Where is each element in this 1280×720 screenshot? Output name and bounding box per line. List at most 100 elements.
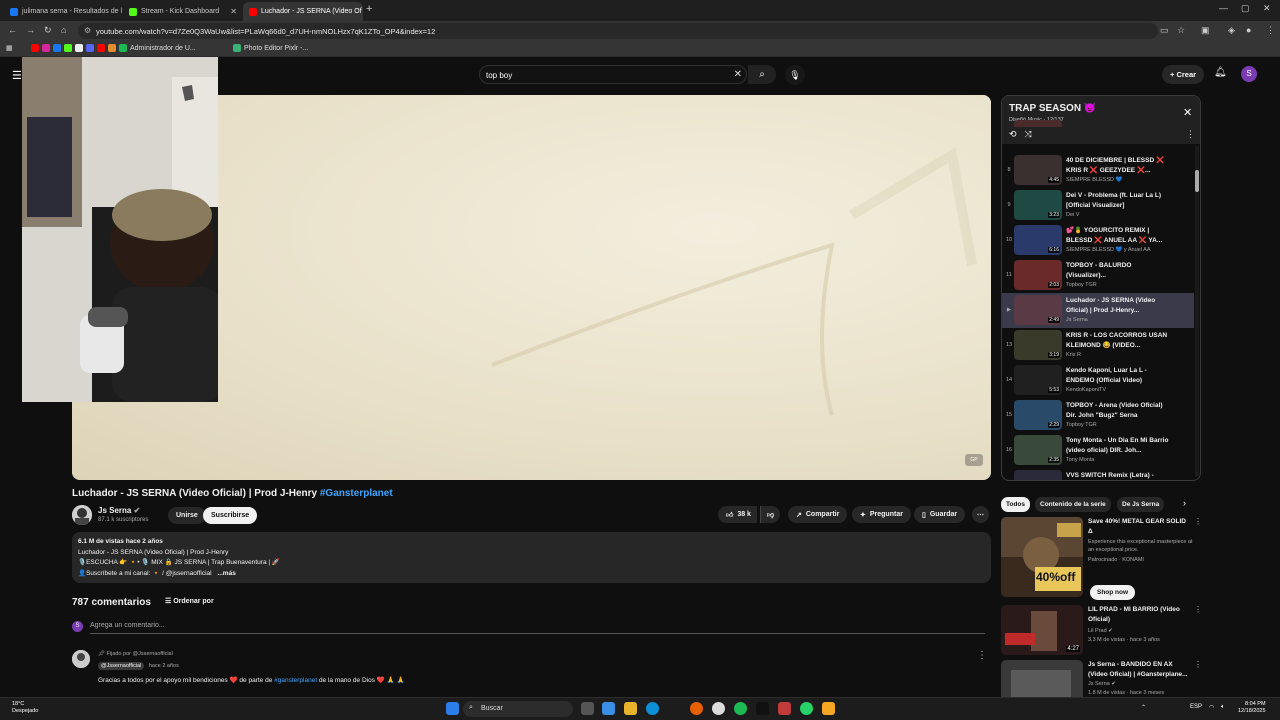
copilot-icon[interactable] bbox=[602, 702, 615, 715]
playlist-item-title[interactable]: TOPBOY - BALURDO (Visualizer)... bbox=[1066, 261, 1172, 280]
video-channel[interactable]: Js Serna ✔ bbox=[1088, 680, 1193, 688]
playlist-item-title[interactable]: Kendo Kaponi, Luar La L - ENDEMO (Offici… bbox=[1066, 366, 1172, 385]
tray-chevron-icon[interactable]: ⌃ bbox=[1141, 704, 1146, 711]
apps-icon[interactable]: ▦ bbox=[6, 44, 13, 52]
video-thumbnail[interactable]: 4:27 bbox=[1001, 605, 1083, 655]
playlist-item-title[interactable]: Dei V - Problema (ft. Luar La L) [Offici… bbox=[1066, 191, 1172, 210]
playlist-item-thumbnail[interactable]: 2:29 bbox=[1014, 400, 1062, 430]
close-window-button[interactable]: ✕ bbox=[1263, 3, 1271, 14]
task-view-icon[interactable] bbox=[581, 702, 594, 715]
playlist-item[interactable]: 14 5:53 Kendo Kaponi, Luar La L - ENDEMO (… bbox=[1002, 363, 1194, 398]
video-description[interactable]: 6.1 M de vistas hace 2 años Luchador - J… bbox=[72, 532, 991, 583]
playlist-item-channel[interactable]: SIEMPRE BLESSD 💙 bbox=[1066, 177, 1122, 183]
sort-comments-button[interactable]: ☰ Ordenar por bbox=[165, 597, 214, 605]
video-channel[interactable]: Lil Prad ✔ bbox=[1088, 627, 1193, 635]
comment-author-avatar[interactable] bbox=[72, 650, 90, 668]
playlist-scroll-thumb[interactable] bbox=[1195, 170, 1199, 192]
tab-youtube[interactable]: Luchador - JS SERNA (Video Of ✕ bbox=[243, 2, 363, 21]
playlist-item-title[interactable]: 40 DE DICIEMBRE | BLESSD ❌ KRIS R ❌ GEEZ… bbox=[1066, 156, 1172, 175]
ad-thumbnail[interactable]: 40%off bbox=[1001, 517, 1083, 597]
playlist-scrollbar[interactable] bbox=[1195, 146, 1199, 476]
account-avatar[interactable]: S bbox=[1241, 66, 1257, 82]
weather-widget[interactable]: 18°C Despejado bbox=[12, 701, 38, 715]
playlist-item-channel[interactable]: KendoKaponiTV bbox=[1066, 387, 1106, 393]
bookmark-icon[interactable] bbox=[108, 44, 116, 52]
playlist-item-channel[interactable]: Dei V bbox=[1066, 212, 1079, 218]
playlist-item-channel[interactable]: SIEMPRE BLESSD 💙 y Anuel AA bbox=[1066, 247, 1151, 253]
firefox-icon[interactable] bbox=[690, 702, 703, 715]
language-indicator[interactable]: ESP bbox=[1190, 704, 1202, 710]
clear-search-icon[interactable]: ✕ bbox=[734, 69, 742, 80]
comment-author-handle[interactable]: @Jssernaofficial bbox=[98, 662, 145, 670]
chevron-right-icon[interactable]: › bbox=[1183, 498, 1186, 508]
taskbar-search[interactable]: ⌕ Buscar bbox=[463, 701, 573, 717]
playlist-item-channel[interactable]: Kris R bbox=[1066, 352, 1081, 358]
show-more-link[interactable]: ...más bbox=[217, 570, 235, 577]
comment-menu-icon[interactable]: ⋮ bbox=[977, 650, 987, 661]
voice-search-button[interactable]: 🎙︎ bbox=[785, 65, 805, 85]
file-explorer-icon[interactable] bbox=[624, 702, 637, 715]
instagram-bookmark-icon[interactable] bbox=[42, 44, 50, 52]
star-icon[interactable]: ☆ bbox=[1177, 25, 1185, 36]
playlist-item-title[interactable]: Luchador - JS SERNA (Video Oficial) | Pr… bbox=[1066, 296, 1172, 315]
site-info-icon[interactable]: ⚙ bbox=[84, 26, 91, 35]
minimize-button[interactable]: — bbox=[1219, 3, 1228, 13]
tiktok-icon[interactable] bbox=[756, 702, 769, 715]
playlist-menu-icon[interactable]: ⋮ bbox=[1186, 129, 1195, 140]
youtube-bookmark-icon[interactable] bbox=[31, 44, 39, 52]
playlist-item[interactable]: Topboy TGR bbox=[1002, 118, 1194, 127]
playlist-item-channel[interactable]: Topboy TGR bbox=[1066, 282, 1097, 288]
chrome-icon[interactable] bbox=[712, 702, 725, 715]
back-icon[interactable]: ← bbox=[8, 25, 17, 35]
bookmark-icon[interactable] bbox=[75, 44, 83, 52]
facebook-bookmark-icon[interactable] bbox=[53, 44, 61, 52]
chip-channel[interactable]: De Js Serna bbox=[1117, 497, 1165, 512]
playlist-item-thumbnail[interactable] bbox=[1014, 470, 1062, 480]
subscribe-button[interactable]: Suscribirse bbox=[203, 507, 258, 524]
extension-icon[interactable]: ◈ bbox=[1228, 25, 1235, 36]
search-button[interactable]: ⌕ bbox=[748, 65, 776, 84]
ask-button[interactable]: ✦ Preguntar bbox=[852, 506, 911, 523]
comment-time[interactable]: hace 2 años bbox=[149, 663, 179, 669]
hamburger-menu-icon[interactable]: ☰ bbox=[12, 69, 22, 82]
maximize-button[interactable]: ▢ bbox=[1241, 3, 1250, 14]
comment-hashtag[interactable]: #gansterplanet bbox=[274, 677, 317, 684]
edge-icon[interactable] bbox=[646, 702, 659, 715]
playlist-item-thumbnail[interactable] bbox=[1014, 120, 1062, 127]
shuffle-icon[interactable]: ⤨ bbox=[1025, 129, 1040, 139]
playlist-item[interactable]: 13 3:19 KRIS R - LOS CACORROS USAN KLEIMON… bbox=[1002, 328, 1194, 363]
kick-bookmark-icon[interactable] bbox=[64, 44, 72, 52]
video-title[interactable]: Js Serna - BANDIDO EN AX (Video Oficial)… bbox=[1088, 660, 1188, 679]
create-button[interactable]: + Crear bbox=[1162, 65, 1205, 84]
playlist-item-thumbnail[interactable]: 3:23 bbox=[1014, 190, 1062, 220]
playlist-item-title[interactable]: VVS SWITCH Remix (Letra) - bbox=[1066, 471, 1172, 480]
playlist-item-thumbnail[interactable]: 4:45 bbox=[1014, 155, 1062, 185]
app-icon[interactable] bbox=[778, 702, 791, 715]
chip-all[interactable]: Todos bbox=[1001, 497, 1031, 512]
recommended-video[interactable]: 4:27 LIL PRAD - MI BARRIO (Video Oficial… bbox=[1001, 605, 1202, 655]
join-button[interactable]: Unirse bbox=[168, 507, 206, 524]
playlist-item[interactable]: 15 2:29 TOPBOY - Arena (Video Oficial) Dir… bbox=[1002, 398, 1194, 433]
add-comment-input[interactable]: Agrega un comentario... bbox=[90, 622, 985, 634]
sponsored-ad[interactable]: 40%off Save 40%! METAL GEAR SOLID Δ Expe… bbox=[1001, 517, 1202, 601]
playlist-item-channel[interactable]: Topboy TGR bbox=[1066, 422, 1097, 428]
video-title[interactable]: LIL PRAD - MI BARRIO (Video Oficial) bbox=[1088, 605, 1188, 624]
playlist-item[interactable]: 11 2:03 TOPBOY - BALURDO (Visualizer)... To… bbox=[1002, 258, 1194, 293]
youtube-bookmark-icon[interactable] bbox=[97, 44, 105, 52]
start-menu-icon[interactable] bbox=[446, 702, 459, 715]
more-actions-button[interactable]: ⋯ bbox=[972, 506, 989, 523]
channel-avatar[interactable] bbox=[72, 505, 92, 525]
home-icon[interactable]: ⌂ bbox=[61, 25, 66, 35]
shop-now-button[interactable]: Shop now bbox=[1090, 585, 1136, 600]
playlist-item[interactable]: 8 4:45 40 DE DICIEMBRE | BLESSD ❌ KRIS R ❌… bbox=[1002, 153, 1194, 188]
playlist-item-thumbnail[interactable]: 2:49 bbox=[1014, 295, 1062, 325]
cast-icon[interactable]: ▭ bbox=[1160, 25, 1169, 36]
video-thumbnail[interactable] bbox=[1001, 660, 1083, 697]
forward-icon[interactable]: → bbox=[26, 25, 35, 35]
spotify-icon[interactable] bbox=[734, 702, 747, 715]
ad-title[interactable]: Save 40%! METAL GEAR SOLID Δ bbox=[1088, 517, 1188, 536]
search-input[interactable]: top boy ✕ bbox=[479, 65, 747, 84]
discord-bookmark-icon[interactable] bbox=[86, 44, 94, 52]
playlist-item-title[interactable]: Tony Monta - Un Dia En Mi Barrio (video … bbox=[1066, 436, 1172, 455]
playlist-title[interactable]: TRAP SEASON 😈 bbox=[1009, 103, 1096, 114]
